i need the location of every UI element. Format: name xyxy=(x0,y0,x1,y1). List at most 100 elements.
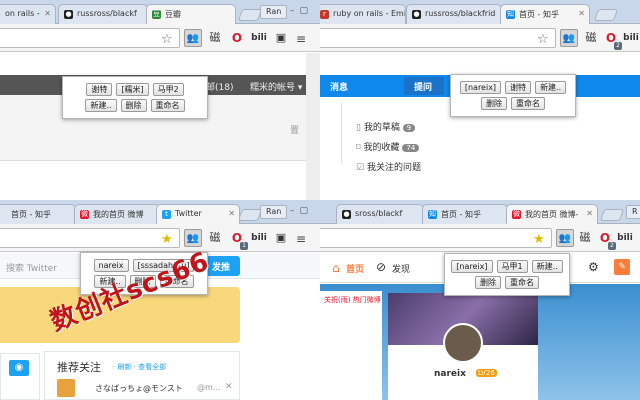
opera-icon[interactable]: O2 xyxy=(602,29,622,50)
account-switcher-icon[interactable]: 👥 xyxy=(184,29,202,47)
opera-icon[interactable]: O xyxy=(228,29,246,47)
bookmark-star-icon[interactable]: ★ xyxy=(533,232,545,247)
rename-account-button[interactable]: 重命名 xyxy=(150,99,185,112)
nav-discover[interactable]: 发现 xyxy=(392,262,410,275)
ask-button[interactable]: 提问 xyxy=(404,77,444,95)
settings-icon[interactable]: ⚙ xyxy=(588,260,599,274)
new-tab-button[interactable] xyxy=(593,9,619,21)
menu-icon[interactable]: ≡ xyxy=(296,232,306,246)
dismiss-icon[interactable]: ✕ xyxy=(225,382,233,392)
left-column-edge xyxy=(320,103,342,163)
address-bar[interactable]: ★ xyxy=(320,228,552,248)
tab-github[interactable]: ● sross/blackf xyxy=(336,204,424,224)
new-tab-button[interactable] xyxy=(237,209,263,221)
tab-rails[interactable]: r ruby on rails - Emi xyxy=(320,4,406,24)
tab-zhihu[interactable]: 知 首页 - 知乎 xyxy=(422,204,508,224)
account-button[interactable]: 马甲2 xyxy=(152,83,184,96)
translate-icon[interactable]: 磁 xyxy=(206,229,224,247)
avatar[interactable] xyxy=(443,323,483,363)
delete-account-button[interactable]: 删除 xyxy=(481,97,507,110)
bookmark-star-icon[interactable]: ☆ xyxy=(537,32,549,47)
account-button[interactable]: nareix xyxy=(93,259,129,272)
tab-strip: 首页 - 知乎 微 我的首页 微博 t Twitter ✕ Ran –▢ xyxy=(0,200,320,224)
compose-icon[interactable]: ✎ xyxy=(614,259,630,275)
profile-button[interactable]: Ran xyxy=(260,5,288,19)
tab-github[interactable]: ● russross/blackf xyxy=(58,4,148,24)
translate-icon[interactable]: 磁 xyxy=(582,29,600,47)
favorites-item[interactable]: ⌑ 我的收藏 74 xyxy=(356,140,420,153)
image-icon[interactable]: ▣ xyxy=(272,29,290,47)
sidebar-links[interactable]: 关祝(雨) 热门微博 xyxy=(324,295,381,305)
account-button[interactable]: 马甲1 xyxy=(496,260,528,273)
rename-account-button[interactable]: 重命名 xyxy=(511,97,545,110)
close-icon[interactable]: ✕ xyxy=(228,209,235,218)
new-tab-button[interactable] xyxy=(599,209,625,221)
tab-label: sross/blackf xyxy=(355,209,403,218)
account-button[interactable]: [nareix] xyxy=(451,260,493,273)
bilibili-icon[interactable]: bili xyxy=(250,29,268,47)
translate-icon[interactable]: 磁 xyxy=(206,29,224,47)
new-account-button[interactable]: 新建.. xyxy=(85,99,117,112)
account-button[interactable]: 谢特 xyxy=(86,83,113,96)
profile-button[interactable]: Ran xyxy=(260,205,288,219)
suggested-user-name[interactable]: さなばっちょ@モンスト xyxy=(95,383,183,394)
screenshot-twitter: 首页 - 知乎 微 我的首页 微博 t Twitter ✕ Ran –▢ ★ 👥… xyxy=(0,200,320,400)
tab-github[interactable]: ● russross/blackfrid xyxy=(406,4,502,24)
tab-weibo[interactable]: 微 我的首页 微博 xyxy=(74,204,160,224)
scrollbar[interactable] xyxy=(306,53,320,200)
bookmark-star-icon[interactable]: ☆ xyxy=(161,32,173,47)
new-account-button[interactable]: 新建.. xyxy=(535,81,567,94)
bilibili-icon[interactable]: bili xyxy=(250,229,268,247)
account-button[interactable]: 谢特 xyxy=(505,81,532,94)
delete-account-button[interactable]: 删除 xyxy=(475,276,501,289)
screenshot-weibo: ● sross/blackf 知 首页 - 知乎 微 我的首页 微博- ✕ R … xyxy=(320,200,640,400)
opera-icon[interactable]: O2 xyxy=(596,229,616,250)
window-controls[interactable]: –▢ xyxy=(290,206,313,216)
tab-label: ruby on rails - Emi xyxy=(333,9,406,18)
address-bar[interactable]: ★ xyxy=(0,228,180,248)
new-account-button[interactable]: 新建.. xyxy=(531,260,563,273)
bookmark-star-icon[interactable]: ★ xyxy=(161,232,173,247)
document-icon: ▯ xyxy=(356,123,361,133)
opera-icon[interactable]: O1 xyxy=(228,229,248,250)
tab-twitter[interactable]: t Twitter ✕ xyxy=(156,204,240,224)
account-switcher-icon[interactable]: 👥 xyxy=(556,229,574,247)
address-bar[interactable]: ☆ xyxy=(0,28,180,48)
camera-icon[interactable]: ◉ xyxy=(9,360,29,376)
account-button[interactable]: [nareix] xyxy=(459,81,502,94)
avatar[interactable] xyxy=(57,379,75,397)
tab-label: 我的首页 微博 xyxy=(93,210,144,219)
tab-weibo[interactable]: 微 我的首页 微博- ✕ xyxy=(506,204,598,224)
close-icon[interactable]: ✕ xyxy=(586,209,593,218)
window-controls[interactable]: –▢ xyxy=(290,6,313,16)
account-switcher-icon[interactable]: 👥 xyxy=(560,29,578,47)
close-icon[interactable]: ✕ xyxy=(44,9,51,18)
search-input[interactable]: 搜索 Twitter xyxy=(6,261,57,274)
weibo-icon: 微 xyxy=(80,210,89,219)
refresh-view-all-links[interactable]: · 刷新 · 查看全部 xyxy=(113,362,166,372)
bilibili-icon[interactable]: bili xyxy=(622,29,640,47)
menu-icon[interactable]: ≡ xyxy=(296,32,306,46)
address-bar[interactable]: ☆ xyxy=(320,28,556,48)
image-icon[interactable]: ▣ xyxy=(272,229,290,247)
mail-count[interactable]: 邮(18) xyxy=(206,80,233,93)
account-menu[interactable]: 糯米的帐号 ▾ xyxy=(250,80,302,93)
compass-icon: ⊘ xyxy=(376,260,387,274)
profile-button[interactable]: R xyxy=(626,205,640,219)
delete-account-button[interactable]: 删除 xyxy=(120,99,147,112)
tab-douban[interactable]: 豆 豆瓣 xyxy=(146,4,236,24)
account-button[interactable]: [糯米] xyxy=(116,83,149,96)
profile-username[interactable]: nareix xyxy=(434,369,466,379)
rename-account-button[interactable]: 重命名 xyxy=(505,276,539,289)
translate-icon[interactable]: 磁 xyxy=(576,229,594,247)
following-item[interactable]: ☑ 我关注的问题 xyxy=(356,160,421,173)
drafts-item[interactable]: ▯ 我的草稿 9 xyxy=(356,120,416,133)
new-tab-button[interactable] xyxy=(237,9,263,21)
tab-zhihu[interactable]: 首页 - 知乎 xyxy=(0,204,76,224)
nav-messages[interactable]: 消息 xyxy=(330,80,348,93)
tab-zhihu[interactable]: 知 首页 - 知乎 ✕ xyxy=(500,4,590,24)
bilibili-icon[interactable]: bili xyxy=(616,229,634,247)
tab-rails[interactable]: ✕ on rails - xyxy=(0,4,56,24)
close-icon[interactable]: ✕ xyxy=(578,9,585,18)
nav-home[interactable]: 首页 xyxy=(346,262,364,275)
